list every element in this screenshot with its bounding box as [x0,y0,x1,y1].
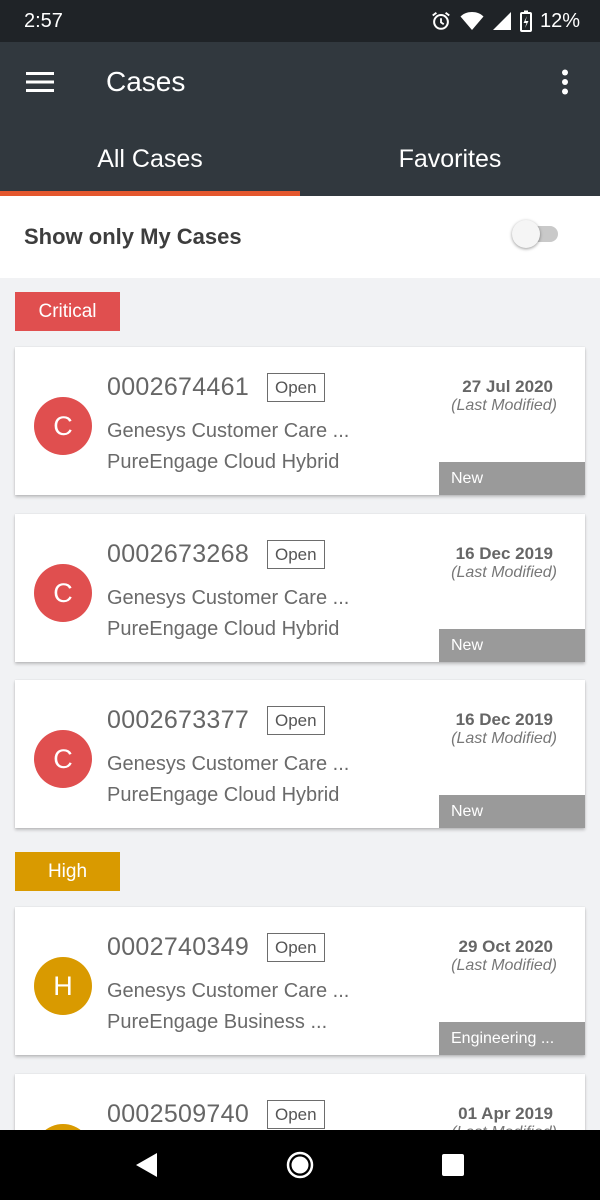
recents-button[interactable] [423,1135,483,1195]
toggle-knob [512,220,540,248]
alarm-icon [432,11,450,30]
status-icons: 12% [430,10,580,33]
tab-bar: All Cases Favorites [0,122,600,196]
more-options-button[interactable] [530,42,600,122]
case-card[interactable]: C 0002673377 Open Genesys Customer Care … [15,680,585,828]
case-date-label: (Last Modified) [451,564,557,581]
case-product: PureEngage Cloud Hybrid [107,618,340,640]
case-number: 0002740349 [107,933,250,961]
case-account: Genesys Customer Care ... [107,587,350,609]
more-vertical-icon [562,69,568,95]
avatar: C [34,730,92,788]
case-state-badge: Open [267,373,325,402]
case-status-tag: New [439,462,585,495]
case-number: 0002673377 [107,706,250,734]
case-date: 16 Dec 2019 [455,544,553,563]
my-cases-toggle[interactable] [512,220,558,248]
my-cases-filter-row: Show only My Cases [0,196,600,278]
case-date: 29 Oct 2020 [458,937,553,956]
case-date-label: (Last Modified) [451,730,557,747]
case-state-badge: Open [267,706,325,735]
wifi-icon [460,12,484,30]
case-card[interactable]: C 0002673268 Open Genesys Customer Care … [15,514,585,662]
case-account: Genesys Customer Care ... [107,420,350,442]
case-number: 0002673268 [107,540,250,568]
status-bar: 2:57 12% [0,0,600,42]
case-status-tag: Engineering ... [439,1022,585,1055]
case-product: PureEngage Cloud Hybrid [107,451,340,473]
page-title: Cases [106,66,186,97]
recents-square-icon [442,1154,465,1176]
hamburger-menu-icon [26,72,54,92]
avatar: H [34,957,92,1015]
app-bar: Cases All Cases Favorites [0,42,600,196]
tab-all-cases[interactable]: All Cases [0,122,300,196]
case-account: Genesys Customer Care ... [107,980,350,1002]
back-triangle-icon [135,1153,157,1177]
case-card[interactable]: C 0002674461 Open Genesys Customer Care … [15,347,585,495]
case-date-label: (Last Modified) [451,397,557,414]
case-card[interactable]: H 0002740349 Open Genesys Customer Care … [15,907,585,1055]
case-date-label: (Last Modified) [451,957,557,974]
avatar: C [34,564,92,622]
case-account: Genesys Customer Care ... [107,753,350,775]
battery-percent: 12% [539,9,580,32]
case-state-badge: Open [267,540,325,569]
case-state-badge: Open [267,1100,325,1129]
signal-icon [492,12,511,30]
priority-header-high: High [15,852,120,891]
case-number: 0002509740 [107,1100,250,1128]
case-date: 27 Jul 2020 [462,377,553,396]
tab-favorites[interactable]: Favorites [300,122,600,196]
case-status-tag: New [439,629,585,662]
home-button[interactable] [270,1135,330,1195]
avatar: C [34,397,92,455]
home-circle-icon [286,1151,314,1179]
my-cases-filter-label: Show only My Cases [24,224,242,249]
toolbar: Cases [0,42,600,122]
case-date: 01 Apr 2019 [458,1104,553,1123]
case-status-tag: New [439,795,585,828]
status-time: 2:57 [24,9,63,32]
case-product: PureEngage Cloud Hybrid [107,784,340,806]
case-state-badge: Open [267,933,325,962]
system-nav-bar [0,1130,600,1200]
battery-charging-icon [519,10,532,32]
case-number: 0002674461 [107,373,250,401]
menu-button[interactable] [0,42,80,122]
back-button[interactable] [117,1135,177,1195]
priority-header-critical: Critical [15,292,120,331]
case-date: 16 Dec 2019 [455,710,553,729]
case-product: PureEngage Business ... [107,1011,328,1033]
